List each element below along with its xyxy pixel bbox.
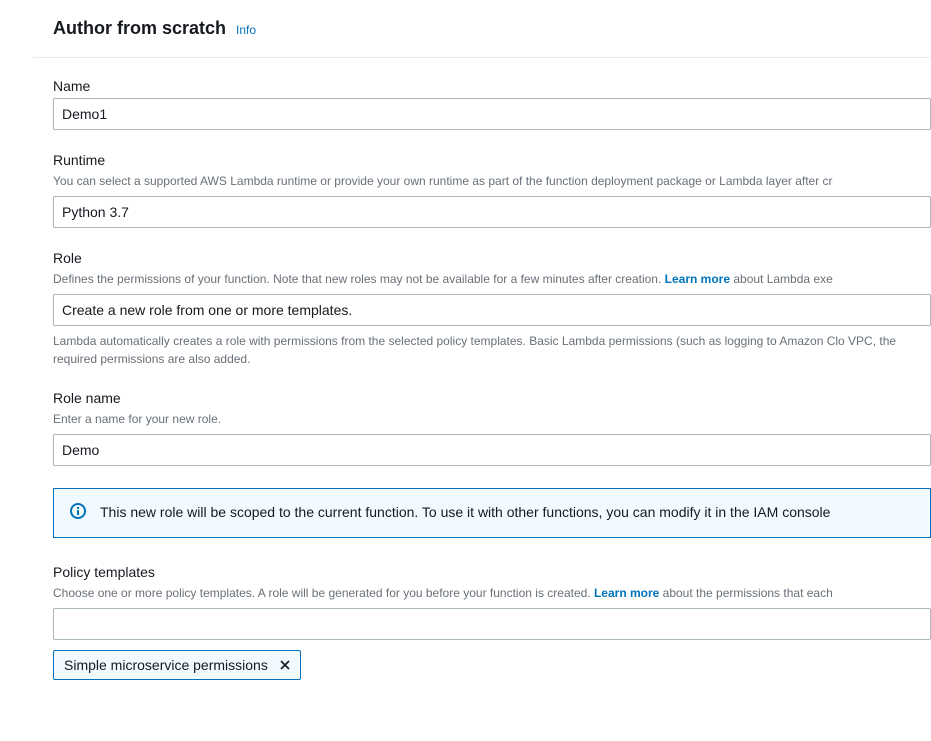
runtime-select[interactable]: Python 3.7 (53, 196, 931, 228)
role-group: Role Defines the permissions of your fun… (53, 250, 931, 368)
panel-title: Author from scratch (53, 18, 226, 39)
policy-hint-post: about the permissions that each (659, 586, 832, 600)
policy-token: Simple microservice permissions (53, 650, 301, 680)
role-hint: Defines the permissions of your function… (53, 270, 931, 288)
role-name-hint: Enter a name for your new role. (53, 410, 931, 428)
policy-group: Policy templates Choose one or more poli… (53, 564, 931, 680)
role-name-input[interactable] (53, 434, 931, 466)
name-label: Name (53, 78, 931, 94)
role-hint-pre: Defines the permissions of your function… (53, 272, 665, 286)
policy-label: Policy templates (53, 564, 931, 580)
role-learn-more-link[interactable]: Learn more (665, 272, 730, 286)
role-name-label: Role name (53, 390, 931, 406)
close-icon[interactable] (278, 658, 292, 672)
runtime-group: Runtime You can select a supported AWS L… (53, 152, 931, 228)
info-icon (70, 503, 86, 519)
name-group: Name (53, 78, 931, 130)
runtime-label: Runtime (53, 152, 931, 168)
policy-hint-pre: Choose one or more policy templates. A r… (53, 586, 594, 600)
name-input[interactable] (53, 98, 931, 130)
policy-token-label: Simple microservice permissions (64, 657, 268, 673)
role-select[interactable]: Create a new role from one or more templ… (53, 294, 931, 326)
runtime-hint: You can select a supported AWS Lambda ru… (53, 172, 931, 190)
info-box-text: This new role will be scoped to the curr… (100, 503, 830, 523)
role-name-group: Role name Enter a name for your new role… (53, 390, 931, 466)
role-hint-below: Lambda automatically creates a role with… (53, 332, 931, 368)
info-link[interactable]: Info (236, 23, 256, 37)
policy-select[interactable] (53, 608, 931, 640)
info-box: This new role will be scoped to the curr… (53, 488, 931, 538)
panel-header: Author from scratch Info (33, 0, 931, 58)
policy-learn-more-link[interactable]: Learn more (594, 586, 659, 600)
role-label: Role (53, 250, 931, 266)
policy-hint: Choose one or more policy templates. A r… (53, 584, 931, 602)
role-hint-post: about Lambda exe (730, 272, 833, 286)
